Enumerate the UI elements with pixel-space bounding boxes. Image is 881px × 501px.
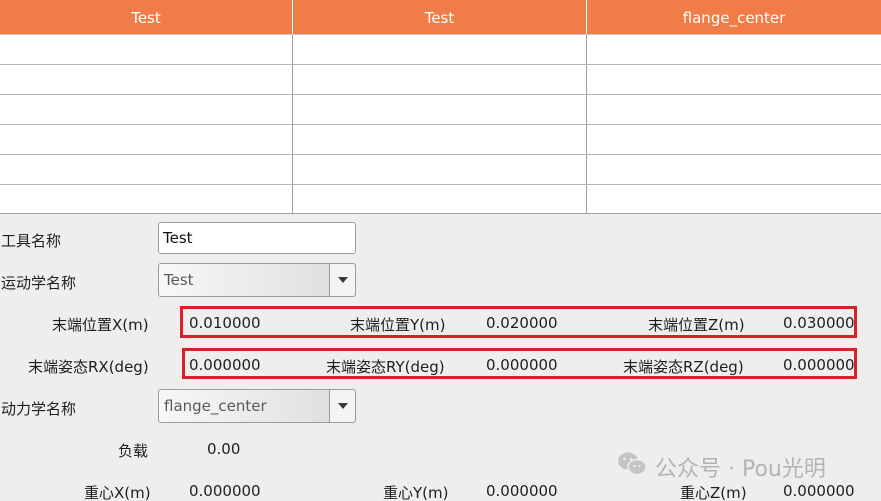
table-cell[interactable] xyxy=(587,155,881,184)
table-cell[interactable] xyxy=(293,155,587,184)
pos-x-label: 末端位置X(m) xyxy=(52,316,149,334)
cog-x-label: 重心X(m) xyxy=(84,484,151,501)
table-row[interactable] xyxy=(0,125,881,155)
dynamics-select-value: flange_center xyxy=(164,397,267,415)
table-cell[interactable] xyxy=(293,65,587,94)
table-cell[interactable] xyxy=(293,125,587,154)
table-cell[interactable] xyxy=(293,35,587,64)
table-cell[interactable] xyxy=(587,65,881,94)
table-cell[interactable] xyxy=(0,95,293,124)
table-cell[interactable] xyxy=(587,35,881,64)
cog-z-value[interactable]: 0.000000 xyxy=(783,482,855,500)
table-cell[interactable] xyxy=(0,35,293,64)
pos-x-value[interactable]: 0.010000 xyxy=(189,314,261,332)
cog-x-value[interactable]: 0.000000 xyxy=(189,482,261,500)
tool-table: Test Test flange_center xyxy=(0,0,881,214)
kinematics-select[interactable]: Test xyxy=(158,263,356,297)
table-cell[interactable] xyxy=(587,95,881,124)
table-header-cell[interactable]: Test xyxy=(0,0,293,34)
table-header-row: Test Test flange_center xyxy=(0,0,881,35)
pos-z-label: 末端位置Z(m) xyxy=(648,316,745,334)
pos-y-value[interactable]: 0.020000 xyxy=(486,314,558,332)
watermark: 公众号 · Pou光明 xyxy=(617,452,826,482)
rot-z-value[interactable]: 0.000000 xyxy=(783,356,855,374)
table-cell[interactable] xyxy=(293,95,587,124)
rot-x-label: 末端姿态RX(deg) xyxy=(28,358,149,376)
pos-y-label: 末端位置Y(m) xyxy=(350,316,446,334)
cog-y-label: 重心Y(m) xyxy=(383,484,449,501)
cog-z-label: 重心Z(m) xyxy=(680,484,747,501)
dynamics-label: 动力学名称 xyxy=(1,400,77,418)
table-cell[interactable] xyxy=(0,65,293,94)
tool-name-label: 工具名称 xyxy=(1,232,62,250)
table-cell[interactable] xyxy=(0,155,293,184)
chevron-down-icon[interactable] xyxy=(329,390,355,422)
table-cell[interactable] xyxy=(587,185,881,213)
cog-y-value[interactable]: 0.000000 xyxy=(486,482,558,500)
chevron-down-icon[interactable] xyxy=(329,264,355,296)
rot-y-value[interactable]: 0.000000 xyxy=(486,356,558,374)
table-row[interactable] xyxy=(0,35,881,65)
table-cell[interactable] xyxy=(587,125,881,154)
table-header-cell[interactable]: flange_center xyxy=(587,0,881,34)
tool-name-input[interactable]: Test xyxy=(158,222,356,254)
rot-y-label: 末端姿态RY(deg) xyxy=(326,358,445,376)
table-cell[interactable] xyxy=(0,125,293,154)
kinematics-select-value: Test xyxy=(164,271,194,289)
dynamics-select[interactable]: flange_center xyxy=(158,389,356,423)
table-row[interactable] xyxy=(0,185,881,214)
table-row[interactable] xyxy=(0,95,881,125)
table-row[interactable] xyxy=(0,65,881,95)
kinematics-label: 运动学名称 xyxy=(1,274,77,292)
table-cell[interactable] xyxy=(0,185,293,213)
table-row[interactable] xyxy=(0,155,881,185)
table-header-cell[interactable]: Test xyxy=(293,0,587,34)
rot-x-value[interactable]: 0.000000 xyxy=(189,356,261,374)
pos-z-value[interactable]: 0.030000 xyxy=(783,314,855,332)
load-label: 负载 xyxy=(118,442,149,460)
wechat-icon xyxy=(617,451,647,483)
rot-z-label: 末端姿态RZ(deg) xyxy=(623,358,744,376)
load-value[interactable]: 0.00 xyxy=(207,440,240,458)
watermark-text: 公众号 · Pou光明 xyxy=(655,457,826,482)
table-cell[interactable] xyxy=(293,185,587,213)
